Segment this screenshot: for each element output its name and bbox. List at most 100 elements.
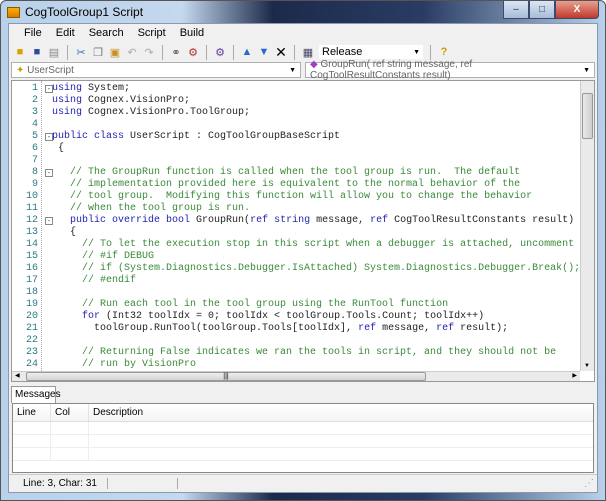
- find-icon[interactable]: ⚭: [169, 45, 183, 59]
- line-number: 24: [25, 359, 38, 370]
- line-number: 21: [25, 323, 38, 334]
- code-line: // implementation provided here is equiv…: [52, 179, 520, 191]
- method-combo-value: GroupRun( ref string message, ref CogToo…: [310, 59, 473, 81]
- code-token: (Int32 toolIdx = 0; toolIdx < toolGroup.…: [100, 311, 485, 322]
- line-number: 2: [31, 95, 38, 106]
- code-token: using: [52, 95, 83, 106]
- status-panel: [108, 478, 178, 489]
- code-line: // when the tool group is run.: [52, 203, 250, 215]
- code-token: message,: [310, 215, 371, 226]
- code-token: ref: [370, 215, 389, 226]
- menu-edit[interactable]: Edit: [49, 27, 82, 39]
- code-line: // #if DEBUG: [52, 251, 154, 263]
- line-number: 20: [25, 311, 38, 322]
- line-number: 22: [25, 335, 38, 346]
- close-button[interactable]: X: [555, 1, 599, 19]
- menu-bar: File Edit Search Script Build: [9, 24, 597, 42]
- chevron-down-icon: ▼: [583, 66, 590, 74]
- vertical-scroll-thumb[interactable]: [582, 93, 593, 139]
- cut-icon[interactable]: ✂: [74, 45, 88, 59]
- code-line: {: [52, 227, 76, 239]
- code-token: System;: [82, 83, 131, 94]
- configuration-value: Release: [322, 46, 363, 58]
- references-icon[interactable]: ⚙: [213, 45, 227, 59]
- code-token: public class: [52, 131, 125, 142]
- column-col[interactable]: Col: [51, 404, 89, 421]
- code-token: using: [52, 107, 83, 118]
- menu-file[interactable]: File: [17, 27, 49, 39]
- config-icon: ▦: [302, 46, 314, 59]
- menu-search[interactable]: Search: [82, 27, 131, 39]
- code-token: {: [52, 227, 77, 238]
- code-line: // To let the execution stop in this scr…: [52, 239, 594, 251]
- code-token: ref: [358, 323, 377, 334]
- code-line: // run by VisionPro: [52, 359, 196, 371]
- vertical-scrollbar[interactable]: ▼: [580, 81, 594, 371]
- cursor-position: Line: 3, Char: 31: [9, 478, 108, 489]
- code-token: // run by VisionPro: [52, 359, 197, 370]
- redo-icon[interactable]: ↷: [142, 45, 156, 59]
- code-token: ref string: [250, 215, 311, 226]
- horizontal-scroll-thumb[interactable]: |||: [26, 372, 426, 381]
- move-down-icon[interactable]: ▼: [257, 45, 271, 59]
- undo-icon[interactable]: ↶: [125, 45, 139, 59]
- paste-icon[interactable]: ▣: [108, 45, 122, 59]
- code-token: // when the tool group is run.: [52, 203, 251, 214]
- line-number: 3: [31, 107, 38, 118]
- copy-icon[interactable]: ❐: [91, 45, 105, 59]
- code-token: result);: [454, 323, 509, 334]
- line-number: 5: [31, 131, 38, 142]
- code-line: public class UserScript : CogToolGroupBa…: [52, 131, 340, 143]
- code-token: GroupRun(: [190, 215, 251, 226]
- code-line: for (Int32 toolIdx = 0; toolIdx < toolGr…: [52, 311, 484, 323]
- code-line: using Cognex.VisionPro.ToolGroup;: [52, 107, 250, 119]
- code-token: ref: [436, 323, 455, 334]
- line-number: 17: [25, 275, 38, 286]
- code-token: message,: [376, 323, 437, 334]
- class-combo[interactable]: ✦ UserScript ▼: [11, 62, 301, 78]
- delete-icon[interactable]: ✕: [274, 44, 288, 60]
- minimize-button[interactable]: –: [503, 1, 529, 19]
- line-number: 14: [25, 239, 38, 250]
- line-number: 1: [31, 83, 38, 94]
- code-line: {: [52, 143, 64, 155]
- client-area: File Edit Search Script Build ■ ■ ▤ ✂ ❐ …: [8, 23, 598, 493]
- code-editor[interactable]: 1- using System; 2 using Cognex.VisionPro; 3…: [11, 80, 595, 382]
- configuration-select[interactable]: Release ▼: [318, 44, 424, 60]
- help-icon[interactable]: ?: [437, 45, 451, 59]
- move-up-icon[interactable]: ▲: [240, 45, 254, 59]
- scroll-right-icon[interactable]: ▶: [572, 372, 577, 379]
- code-token: // #if DEBUG: [52, 251, 155, 262]
- code-line: // The GroupRun function is called when …: [52, 167, 520, 179]
- print-icon[interactable]: ▤: [47, 45, 61, 59]
- open-icon[interactable]: ■: [13, 45, 27, 59]
- status-bar: Line: 3, Char: 31 ⋰: [9, 474, 597, 492]
- code-token: for: [82, 311, 101, 322]
- column-line[interactable]: Line: [13, 404, 51, 421]
- method-combo[interactable]: ◆ GroupRun( ref string message, ref CogT…: [305, 59, 595, 81]
- code-line: // if (System.Diagnostics.Debugger.IsAtt…: [52, 263, 580, 275]
- code-line: using System;: [52, 83, 130, 95]
- horizontal-scrollbar[interactable]: ◀ ||| ▶: [12, 371, 580, 381]
- line-number: 10: [25, 191, 38, 202]
- build-icon[interactable]: ⚙: [186, 45, 200, 59]
- scroll-down-icon[interactable]: ▼: [584, 363, 590, 369]
- scroll-left-icon[interactable]: ◀: [15, 372, 20, 379]
- menu-script[interactable]: Script: [131, 27, 173, 39]
- resize-grip-icon[interactable]: ⋰: [584, 478, 594, 489]
- code-token: // #endif: [52, 275, 137, 286]
- code-line: // tool group. Modifying this function w…: [52, 191, 532, 203]
- save-icon[interactable]: ■: [30, 45, 44, 59]
- line-number: 6: [31, 143, 38, 154]
- menu-build[interactable]: Build: [173, 27, 211, 39]
- method-icon: ◆: [310, 59, 318, 70]
- messages-list: Line Col Description: [12, 403, 594, 473]
- line-number: 4: [31, 119, 38, 130]
- column-description[interactable]: Description: [89, 404, 593, 421]
- maximize-button[interactable]: □: [529, 1, 555, 19]
- code-line: toolGroup.RunTool(toolGroup.Tools[toolId…: [52, 323, 508, 335]
- code-token: // The GroupRun function is called when …: [52, 167, 521, 178]
- app-icon: [7, 6, 20, 18]
- tab-messages[interactable]: Messages: [11, 386, 61, 403]
